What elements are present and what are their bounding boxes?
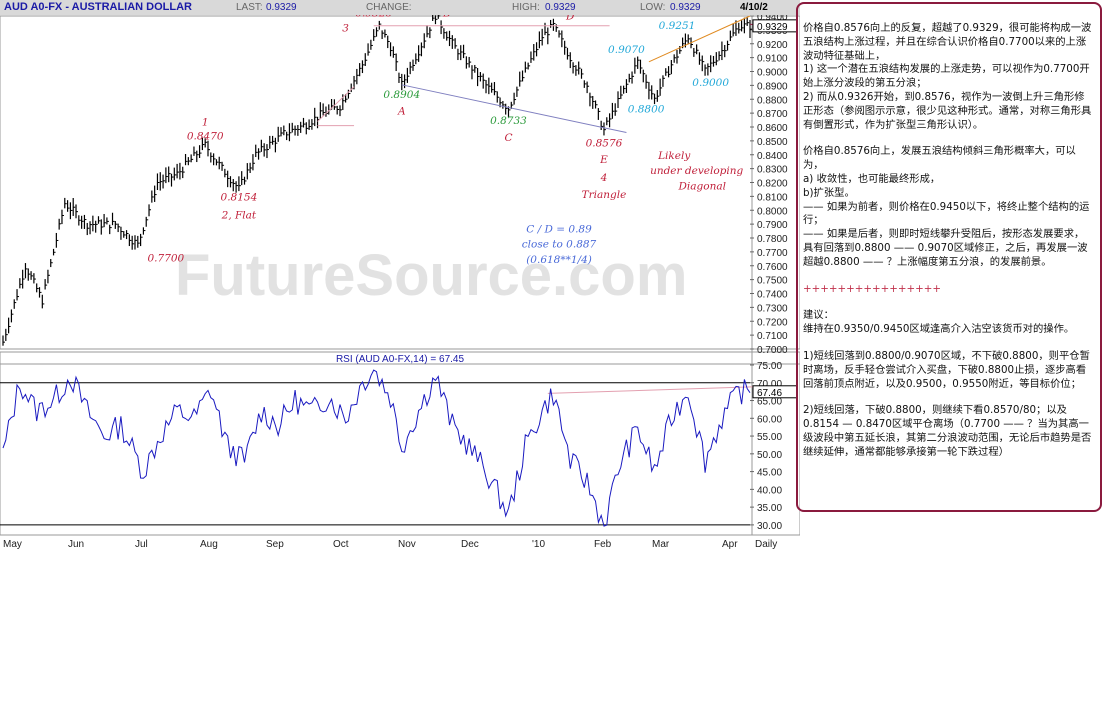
price-tick-label: 0.8300	[757, 165, 788, 176]
price-tick-label: 0.7300	[757, 303, 788, 314]
wave-annotation: 4	[600, 172, 608, 184]
x-tick-label: Feb	[594, 539, 612, 550]
price-tick-label: 0.7600	[757, 262, 788, 273]
wave-annotation: Triangle	[582, 189, 627, 201]
symbol-title: AUD A0-FX - AUSTRALIAN DOLLAR	[4, 1, 193, 13]
wave-annotation: 0.9070	[608, 44, 645, 56]
wave-annotation: Likely	[657, 150, 691, 162]
wave-annotation: 0.7700	[148, 253, 185, 265]
price-tick-label: 0.8500	[757, 137, 788, 148]
commentary-paragraph: b)扩张型。	[803, 186, 855, 199]
date-value: 4/10/2	[740, 2, 768, 13]
commentary-paragraph: —— 如果为前者，则价格在0.9450以下，将终止整个结构的运行；	[803, 200, 1090, 227]
rsi-title: RSI (AUD A0-FX,14) = 67.45	[336, 354, 465, 365]
price-tick-label: 0.8100	[757, 192, 788, 203]
price-tick-label: 0.9100	[757, 54, 788, 65]
x-tick-label: Apr	[722, 539, 738, 550]
wave-annotation: 0.8470	[187, 130, 224, 142]
wave-annotation: 0.8904	[383, 89, 420, 101]
rsi-tick-label: 55.00	[757, 432, 782, 443]
commentary-paragraph: 2) 而从0.9326开始，到0.8576，视作为一波倒上升三角形修正形态（参阅…	[803, 90, 1092, 131]
x-tick-label: Jun	[68, 539, 84, 550]
price-tick-label: 0.7200	[757, 317, 788, 328]
rsi-tick-label: 50.00	[757, 450, 782, 461]
price-tick-label: 0.7800	[757, 234, 788, 245]
x-tick-label: Mar	[652, 539, 670, 550]
commentary-paragraph: 价格自0.8576向上的反复，超越了0.9329，很可能将构成一波五浪结构上涨过…	[803, 22, 1092, 62]
price-tick-label: 0.8700	[757, 109, 788, 120]
price-tick-label: 0.8400	[757, 151, 788, 162]
chart-header: AUD A0-FX - AUSTRALIAN DOLLAR LAST: 0.93…	[0, 0, 800, 15]
wave-annotation: 0.8800	[628, 103, 665, 115]
rsi-tick-label: 35.00	[757, 503, 782, 514]
x-tick-label: Daily	[755, 539, 777, 550]
wave-annotation: 0.9251	[659, 20, 696, 32]
commentary-paragraph: —— 如果是后者，则即时短线攀升受阻后，按形态发展要求，具有回落到0.8800 …	[803, 228, 1088, 268]
price-tick-label: 0.8800	[757, 95, 788, 106]
price-tick-label: 0.7900	[757, 220, 788, 231]
price-tick-label: 0.9200	[757, 40, 788, 51]
price-tick-label: 0.8600	[757, 123, 788, 134]
wave-annotation: E	[599, 154, 608, 166]
wave-annotation: 0.8576	[586, 137, 623, 149]
chart-area: FutureSource.com0.94000.93000.92000.9100…	[0, 0, 800, 552]
wave-annotation: close to 0.887	[522, 239, 597, 251]
price-tick-label: 0.7700	[757, 248, 788, 259]
x-tick-label: '10	[532, 539, 545, 550]
x-tick-label: Oct	[333, 539, 349, 550]
x-tick-label: Dec	[461, 539, 479, 550]
x-tick-label: Sep	[266, 539, 284, 550]
rsi-last-label: 67.46	[757, 388, 782, 399]
price-tick-label: 0.7400	[757, 290, 788, 301]
x-tick-label: May	[3, 539, 22, 550]
x-tick-label: Jul	[135, 539, 148, 550]
price-tick-label: 0.9000	[757, 68, 788, 79]
commentary-paragraph: 建议：	[803, 309, 834, 322]
rsi-tick-label: 75.00	[757, 361, 782, 372]
commentary-paragraph: 价格自0.8576向上，发展五浪结构倾斜三角形概率大，可以为，	[803, 145, 1076, 172]
wave-annotation: C	[504, 132, 512, 144]
x-tick-label: Aug	[200, 539, 218, 550]
wave-annotation: 3	[342, 22, 349, 34]
rsi-panel	[0, 363, 800, 536]
price-tick-label: 0.8900	[757, 81, 788, 92]
wave-annotation: 0.9000	[692, 77, 729, 89]
price-tick-label: 0.8000	[757, 206, 788, 217]
high-value: 0.9329	[545, 2, 576, 13]
price-tick-label: 0.7500	[757, 276, 788, 287]
price-tick-label: 0.7000	[757, 345, 788, 356]
price-tick-label: 0.8200	[757, 179, 788, 190]
rsi-tick-label: 60.00	[757, 414, 782, 425]
separator-plus: ++++++++++++++++	[803, 282, 942, 295]
wave-annotation: 0.8733	[490, 115, 527, 127]
last-label: LAST:	[236, 2, 263, 13]
wave-annotation: C / D = 0.89	[526, 223, 592, 235]
commentary-paragraph: 1)短线回落到0.8800/0.9070区域，不下破0.8800，则平仓暂时离场…	[803, 349, 1090, 390]
high-label: HIGH:	[512, 2, 540, 13]
commentary-paragraph: a) 收敛性，也可能最终形成，	[803, 172, 941, 185]
wave-annotation: 2, Flat	[221, 210, 257, 222]
commentary-paragraph: 1) 这一个潜在五浪结构发展的上涨走势，可以视作为0.7700开始上涨分波段的第…	[803, 63, 1090, 90]
x-tick-label: Nov	[398, 539, 416, 550]
rsi-tick-label: 40.00	[757, 485, 782, 496]
wave-annotation: under developing	[650, 165, 743, 177]
rsi-tick-label: 30.00	[757, 521, 782, 532]
low-label: LOW:	[640, 2, 666, 13]
low-value: 0.9329	[670, 2, 701, 13]
price-tick-label: 0.7100	[757, 331, 788, 342]
rsi-tick-label: 45.00	[757, 468, 782, 479]
last-value: 0.9329	[266, 2, 297, 13]
price-rsi-chart: FutureSource.com0.94000.93000.92000.9100…	[0, 5, 800, 550]
wave-annotation: 1	[202, 117, 209, 129]
wave-annotation: Diagonal	[678, 180, 726, 192]
change-label: CHANGE:	[366, 2, 412, 13]
watermark: FutureSource.com	[175, 243, 687, 308]
wave-annotation: A	[397, 106, 406, 118]
wave-annotation: 0.8154	[221, 192, 258, 204]
last-price-label: 0.9329	[757, 22, 788, 33]
commentary-paragraph: 维持在0.9350/0.9450区域逢高介入沽空该货币对的操作。	[803, 323, 1075, 336]
wave-annotation: (0.618**1/4)	[526, 254, 592, 266]
analysis-commentary: 价格自0.8576向上的反复，超越了0.9329，很可能将构成一波五浪结构上涨过…	[796, 2, 1102, 512]
commentary-paragraph: 2)短线回落，下破0.8800，则继续下看0.8570/80；以及0.8154 …	[803, 404, 1092, 458]
